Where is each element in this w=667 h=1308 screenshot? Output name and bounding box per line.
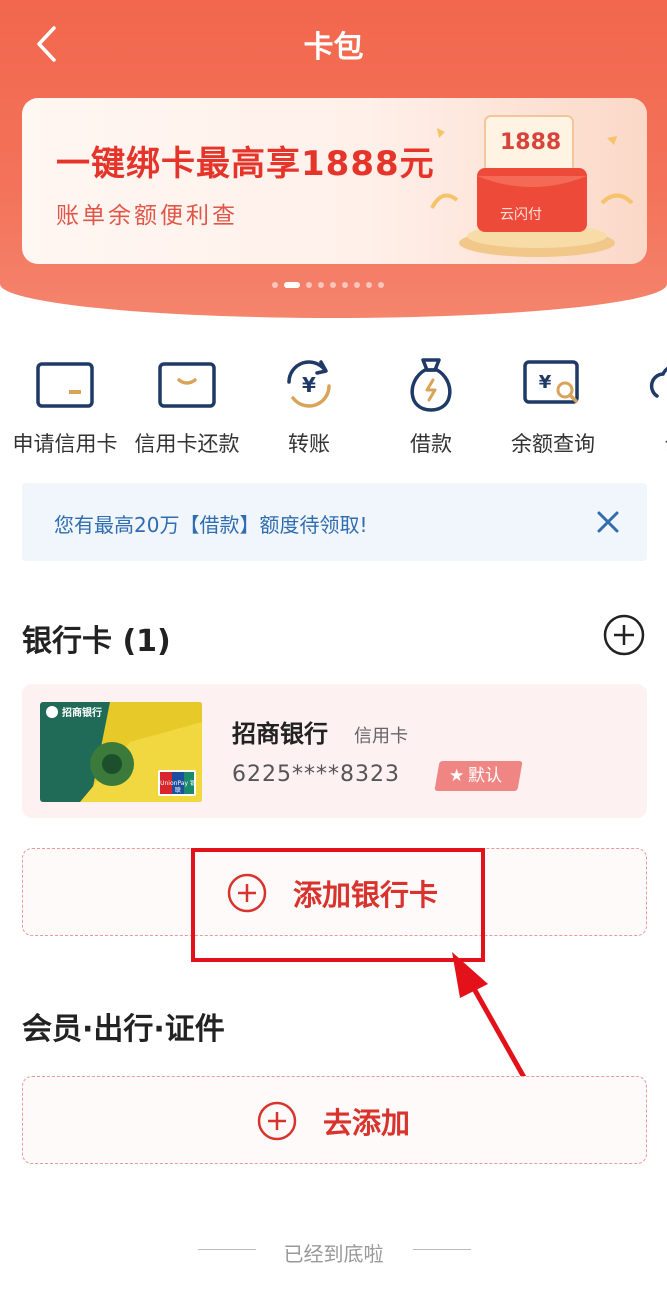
quick-action-cloud[interactable]: 云	[614, 352, 667, 458]
pagination-dot[interactable]	[354, 282, 360, 288]
default-badge: ★ 默认	[434, 761, 523, 791]
loan-notice-bar[interactable]: 您有最高20万【借款】额度待领取!	[22, 483, 647, 561]
banner-art-brand: 云闪付	[500, 207, 542, 223]
svg-text:¥: ¥	[539, 372, 552, 393]
banner-subtitle: 账单余额便利查	[56, 203, 238, 229]
transfer-icon: ¥	[287, 360, 331, 408]
close-icon[interactable]	[595, 509, 621, 535]
pagination-dot[interactable]	[306, 282, 312, 288]
member-section-title: 会员·出行·证件	[22, 1012, 225, 1047]
quick-actions-row: 申请信用卡 信用卡还款 ¥ 转账 借款 ¥ 余额查询	[0, 352, 667, 462]
navigation-bar: 卡包	[0, 0, 667, 86]
credit-card-icon	[36, 362, 94, 408]
member-add-button[interactable]: 去添加	[22, 1076, 647, 1164]
page-title: 卡包	[303, 30, 364, 65]
footer-divider-right	[413, 1249, 471, 1250]
banner-pagination	[272, 282, 384, 288]
card-thumbnail: 招商银行 UnionPay 银联	[40, 702, 202, 802]
quick-action-balance-query[interactable]: ¥ 余额查询	[492, 352, 614, 458]
card-repay-icon	[158, 362, 216, 408]
red-envelope-illustration	[430, 115, 634, 257]
pagination-dot[interactable]	[272, 282, 278, 288]
bank-cards-section-title: 银行卡 (1)	[22, 624, 171, 659]
notice-text: 您有最高20万【借款】额度待领取!	[54, 513, 368, 537]
pagination-dot-active[interactable]	[284, 282, 300, 288]
card-thumb-bank-name: 招商银行	[62, 708, 102, 719]
bank-name: 招商银行	[232, 720, 328, 748]
card-thumb-network: UnionPay 银联	[160, 780, 196, 794]
add-card-plus-icon[interactable]	[603, 614, 645, 656]
pagination-dot[interactable]	[366, 282, 372, 288]
member-add-label: 去添加	[323, 1106, 411, 1140]
list-end-footer: 已经到底啦	[0, 1236, 667, 1266]
plus-circle-icon	[257, 1101, 297, 1141]
star-icon: ★	[449, 766, 465, 786]
quick-action-card-repay[interactable]: 信用卡还款	[126, 352, 248, 458]
pagination-dot[interactable]	[342, 282, 348, 288]
loan-bag-icon	[410, 358, 452, 412]
card-type: 信用卡	[354, 726, 408, 747]
bank-card-item[interactable]: 招商银行 UnionPay 银联 招商银行 信用卡 6225****8323 ★…	[22, 684, 647, 818]
quick-action-apply-credit-card[interactable]: 申请信用卡	[4, 352, 126, 458]
quick-action-loan[interactable]: 借款	[370, 352, 492, 458]
banner-art-amount: 1888	[500, 130, 562, 155]
quick-action-transfer[interactable]: ¥ 转账	[248, 352, 370, 458]
pagination-dot[interactable]	[318, 282, 324, 288]
svg-text:¥: ¥	[302, 373, 316, 397]
banner-headline: 一键绑卡最高享1888元	[56, 144, 435, 184]
card-number: 6225****8323	[232, 762, 400, 787]
balance-query-icon: ¥	[523, 360, 579, 404]
pagination-dot[interactable]	[330, 282, 336, 288]
pagination-dot[interactable]	[378, 282, 384, 288]
cloud-icon	[649, 366, 667, 398]
footer-text: 已经到底啦	[283, 1242, 384, 1266]
promo-banner[interactable]: 一键绑卡最高享1888元 账单余额便利查 1888 云闪付	[22, 98, 647, 264]
